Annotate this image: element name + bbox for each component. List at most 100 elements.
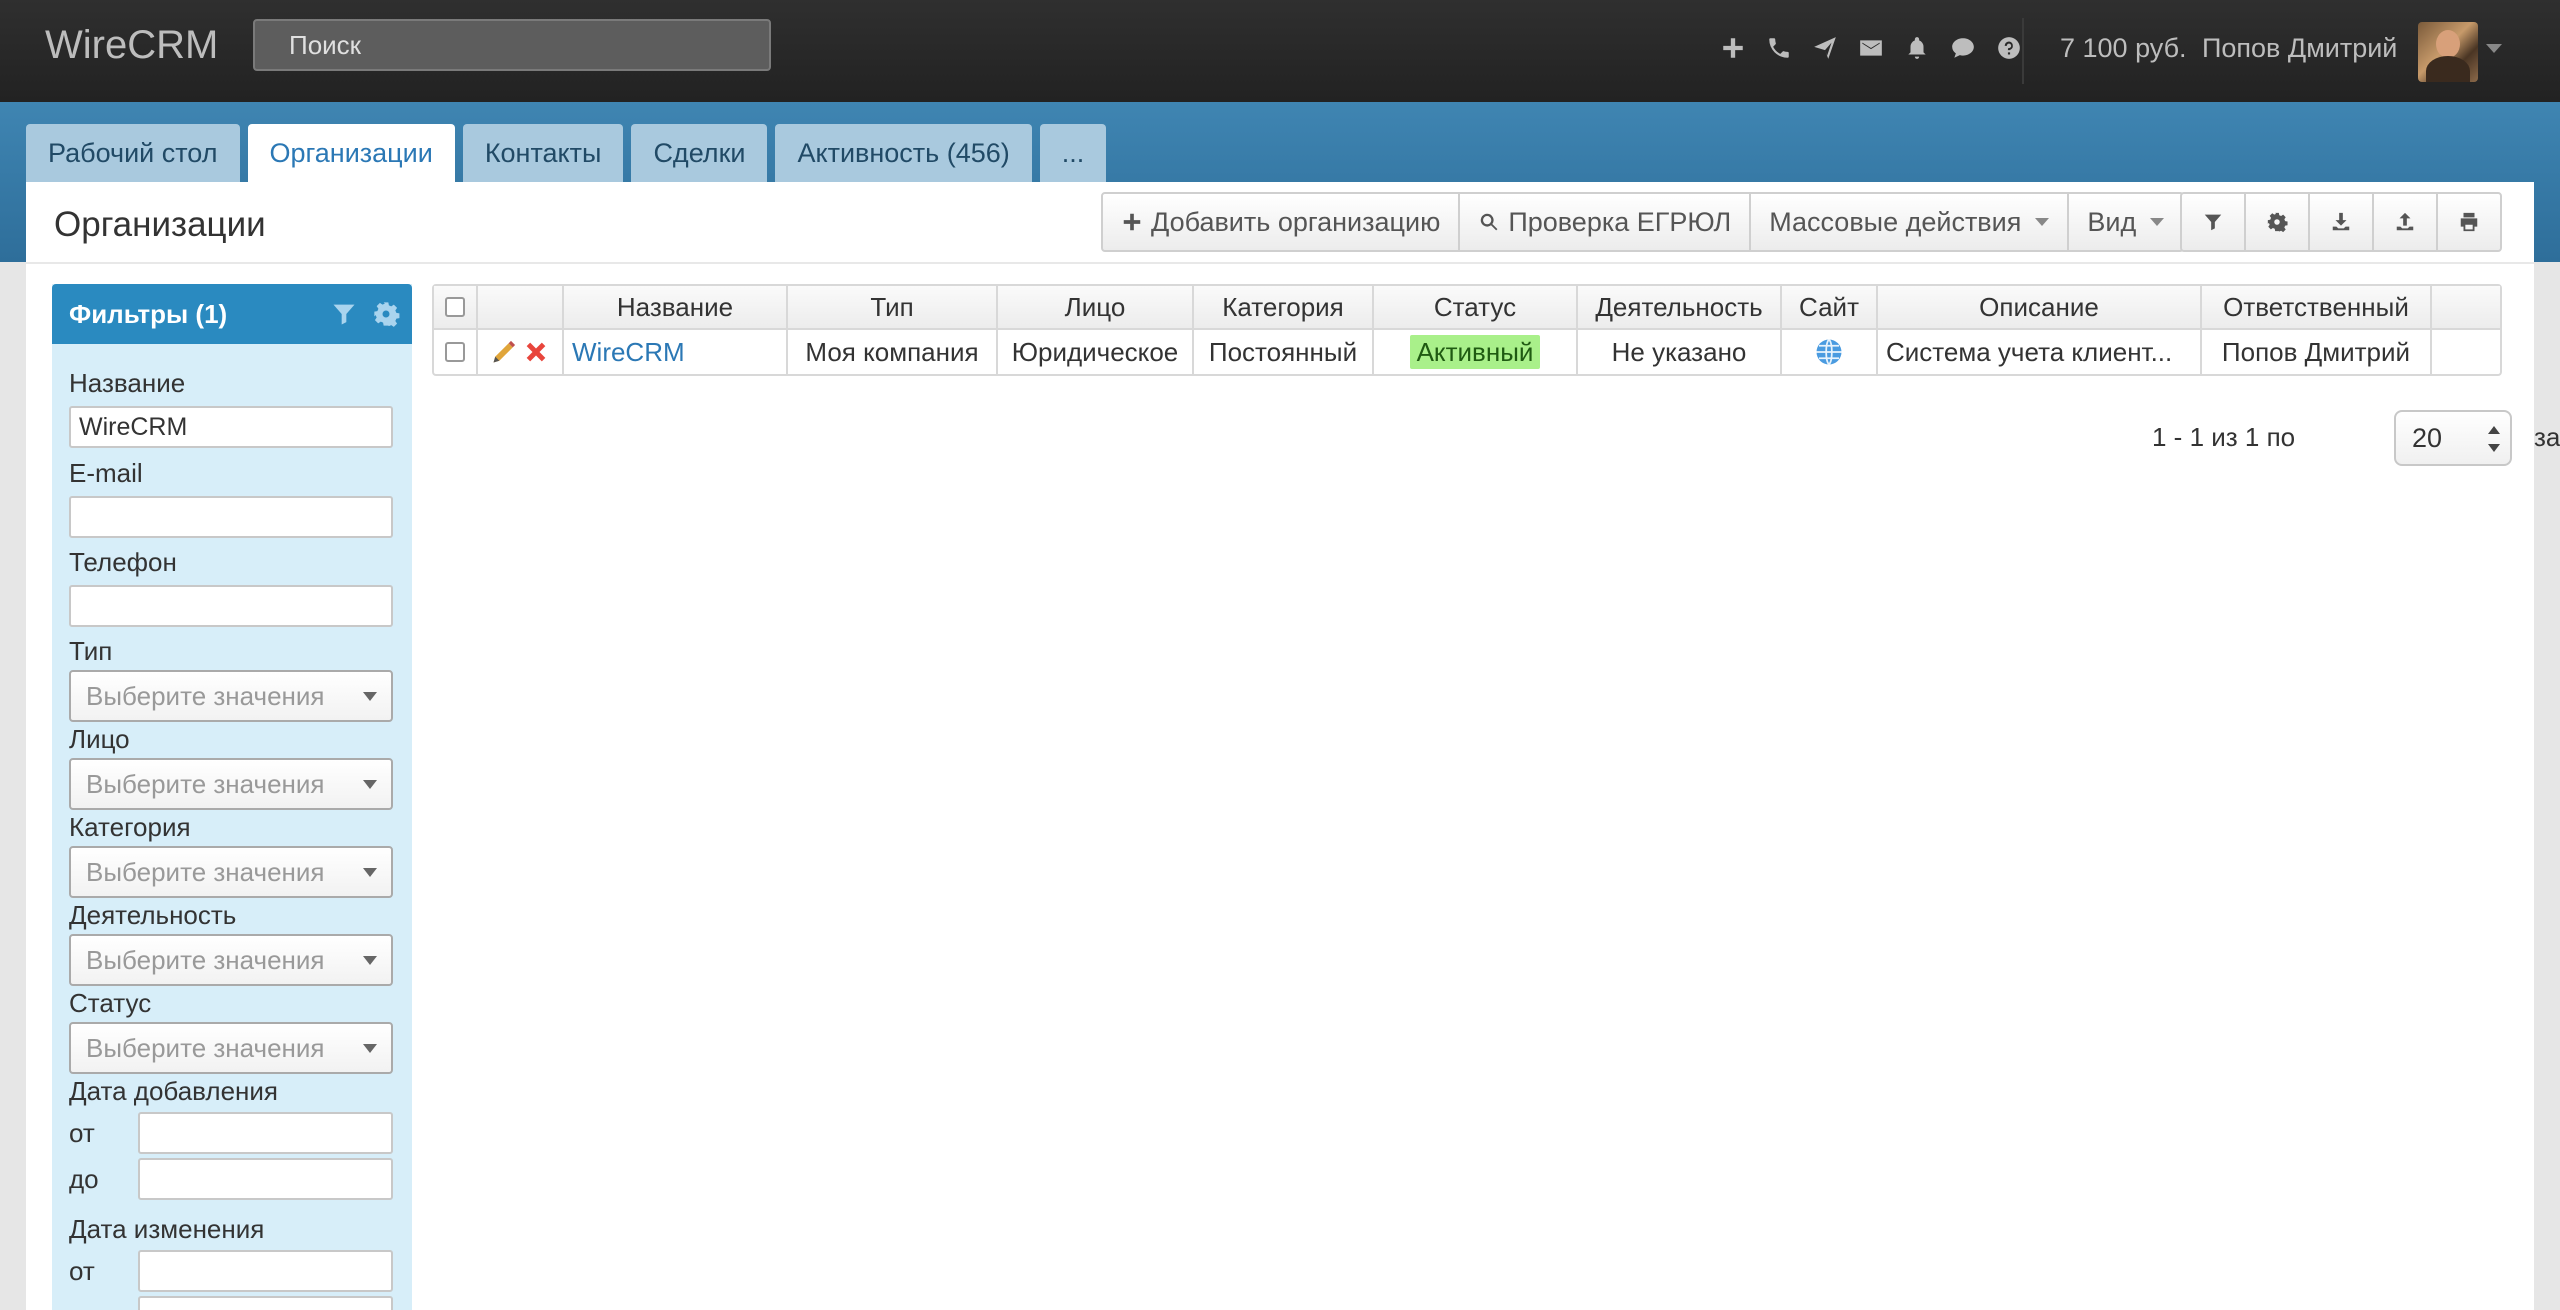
tab-deals[interactable]: Сделки — [631, 124, 768, 182]
row-checkbox[interactable] — [445, 342, 465, 362]
table-header: Название Тип Лицо Категория Статус Деяте… — [434, 286, 2500, 330]
column-header-category[interactable]: Категория — [1194, 286, 1374, 328]
pager-suffix: записей — [2534, 422, 2560, 452]
caret-down-icon — [2150, 218, 2165, 226]
envelope-icon[interactable] — [1848, 28, 1894, 68]
filter-email-input[interactable] — [69, 496, 393, 538]
organization-link[interactable]: WireCRM — [572, 331, 685, 373]
page-size-select[interactable]: 20 — [2394, 410, 2512, 466]
filter-phone-input[interactable] — [69, 585, 393, 627]
tab-activity[interactable]: Активность (456) — [775, 124, 1032, 182]
filter-category-select[interactable]: Выберите значения — [69, 846, 393, 898]
cell-site — [1782, 330, 1878, 374]
tab-organizations[interactable]: Организации — [247, 124, 455, 182]
paper-plane-icon[interactable] — [1802, 28, 1848, 68]
add-organization-button[interactable]: Добавить организацию — [1101, 192, 1461, 252]
phone-icon[interactable] — [1756, 28, 1802, 68]
top-navbar: WireCRM Поиск 7 100 руб. Попов Дмитрий — [0, 0, 2560, 102]
filter-date-changed-label: Дата изменения — [69, 1214, 265, 1244]
download-button[interactable] — [2308, 192, 2374, 252]
egrul-check-button[interactable]: Проверка ЕГРЮЛ — [1458, 192, 1752, 252]
date-changed-from-input[interactable] — [138, 1250, 393, 1292]
column-header-responsible[interactable]: Ответственный — [2202, 286, 2432, 328]
view-button[interactable]: Вид — [2067, 192, 2185, 252]
filter-activity-select[interactable]: Выберите значения — [69, 934, 393, 986]
cell-responsible: Попов Дмитрий — [2202, 330, 2432, 374]
icon-buttons — [2180, 192, 2502, 252]
avatar[interactable] — [2418, 22, 2478, 82]
filter-name-label: Название — [69, 368, 186, 398]
upload-button[interactable] — [2372, 192, 2438, 252]
gear-icon — [2267, 212, 2288, 233]
top-icons — [1710, 28, 2032, 68]
column-header-activity[interactable]: Деятельность — [1578, 286, 1782, 328]
view-label: Вид — [2087, 207, 2137, 237]
date-changed-to-input[interactable] — [138, 1296, 393, 1310]
mass-actions-button[interactable]: Массовые действия — [1749, 192, 2070, 252]
header-divider — [26, 262, 2534, 264]
filters-header[interactable]: Фильтры (1) — [52, 284, 412, 344]
cell-face: Юридическое — [998, 330, 1194, 374]
question-icon[interactable] — [1986, 28, 2032, 68]
tab-more[interactable]: ... — [1039, 124, 1107, 182]
filters-header-icons — [330, 284, 400, 344]
date-added-from-input[interactable] — [138, 1112, 393, 1154]
select-all-checkbox[interactable] — [445, 297, 465, 317]
column-header-site[interactable]: Сайт — [1782, 286, 1878, 328]
tab-dashboard[interactable]: Рабочий стол — [26, 124, 240, 182]
pencil-icon[interactable] — [490, 338, 518, 366]
chevron-down-icon[interactable] — [2486, 44, 2502, 53]
mass-actions-label: Массовые действия — [1769, 207, 2022, 237]
account-balance[interactable]: 7 100 руб. — [2060, 28, 2187, 68]
brand-logo[interactable]: WireCRM — [45, 22, 218, 68]
filter-icon[interactable] — [330, 300, 358, 328]
column-header-status[interactable]: Статус — [1374, 286, 1578, 328]
avatar-body — [2426, 56, 2470, 82]
column-header-type[interactable]: Тип — [788, 286, 998, 328]
column-header-name[interactable]: Название — [564, 286, 788, 328]
filter-status-label: Статус — [69, 988, 152, 1018]
action-buttons: Добавить организацию Проверка ЕГРЮЛ Масс… — [1101, 192, 2185, 252]
filter-face-select[interactable]: Выберите значения — [69, 758, 393, 810]
filter-type-select[interactable]: Выберите значения — [69, 670, 393, 722]
cell-activity: Не указано — [1578, 330, 1782, 374]
user-name[interactable]: Попов Дмитрий — [2202, 28, 2397, 68]
status-badge: Активный — [1409, 335, 1541, 369]
tab-contacts[interactable]: Контакты — [462, 124, 624, 182]
content-panel: Организации Добавить организацию Проверк… — [26, 182, 2560, 1310]
plus-icon — [1123, 213, 1141, 231]
column-header-extra — [2432, 286, 2500, 328]
row-select-cell — [434, 330, 478, 374]
print-icon — [2460, 212, 2478, 232]
delete-icon[interactable] — [522, 338, 550, 366]
cell-category: Постоянный — [1194, 330, 1374, 374]
caret-down-icon — [2035, 218, 2050, 226]
filter-button[interactable] — [2180, 192, 2246, 252]
bell-icon[interactable] — [1894, 28, 1940, 68]
globe-icon[interactable] — [1814, 337, 1844, 367]
column-header-face[interactable]: Лицо — [998, 286, 1194, 328]
page-title: Организации — [54, 205, 266, 244]
filter-type-label: Тип — [69, 636, 113, 666]
filter-status-select[interactable]: Выберите значения — [69, 1022, 393, 1074]
gear-icon[interactable] — [372, 300, 400, 328]
table-row[interactable]: WireCRM Моя компания Юридическое Постоян… — [434, 330, 2500, 374]
settings-button[interactable] — [2244, 192, 2310, 252]
filters-sidebar: Фильтры (1) Название WireCRM E-mail Теле… — [52, 284, 412, 1310]
navbar-divider — [2022, 18, 2024, 84]
comment-icon[interactable] — [1940, 28, 1986, 68]
filter-name-input[interactable]: WireCRM — [69, 406, 393, 448]
column-header-description[interactable]: Описание — [1878, 286, 2202, 328]
plus-icon[interactable] — [1710, 28, 1756, 68]
cell-type: Моя компания — [788, 330, 998, 374]
date-added-to-input[interactable] — [138, 1158, 393, 1200]
actions-header — [478, 286, 564, 328]
egrul-check-label: Проверка ЕГРЮЛ — [1508, 207, 1732, 237]
cell-extra — [2432, 330, 2500, 374]
date-added-from-label: от — [69, 1118, 95, 1148]
search-input[interactable]: Поиск — [253, 19, 771, 71]
print-button[interactable] — [2436, 192, 2502, 252]
row-actions — [478, 330, 564, 374]
filter-email-label: E-mail — [69, 458, 143, 488]
filters-title: Фильтры (1) — [69, 299, 228, 329]
